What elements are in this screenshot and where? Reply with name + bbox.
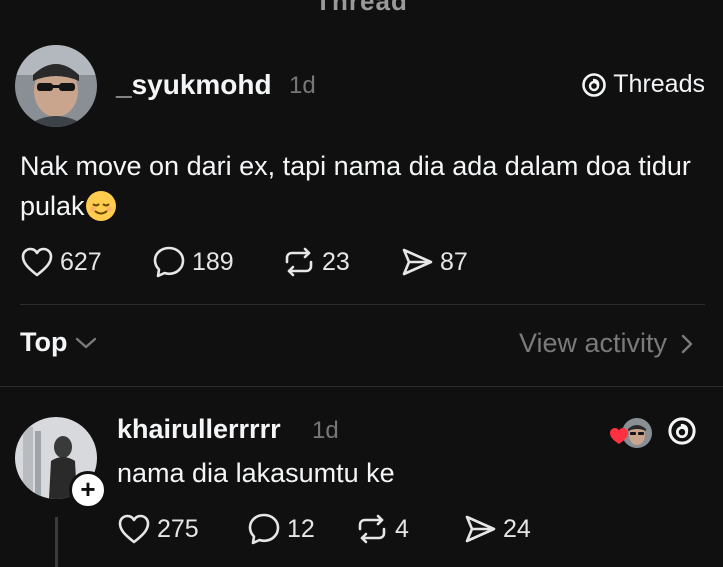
send-icon (402, 248, 433, 276)
repost-button[interactable]: 23 (282, 246, 400, 278)
author-liked-indicator (608, 416, 654, 456)
like-button[interactable]: 627 (20, 246, 152, 278)
reply-share-count: 24 (503, 514, 531, 543)
author-avatar[interactable] (15, 45, 97, 127)
heart-filled-icon (610, 428, 628, 444)
comment-button[interactable]: 189 (152, 245, 282, 279)
post-actions: 627 189 23 87 (20, 245, 468, 279)
reply-repost-button[interactable]: 4 (355, 513, 463, 545)
repost-count: 23 (322, 247, 350, 276)
sort-dropdown[interactable]: Top (20, 327, 97, 358)
post-body: Nak move on dari ex, tapi nama dia ada d… (20, 146, 710, 226)
repost-icon (358, 514, 386, 544)
chevron-right-icon (681, 334, 693, 353)
threads-badge-label: Threads (613, 70, 705, 98)
threads-badge[interactable]: Threads (581, 70, 705, 99)
post-text: Nak move on dari ex, tapi nama dia ada d… (20, 151, 691, 221)
divider (20, 304, 705, 305)
like-count: 627 (60, 247, 102, 276)
comment-count: 189 (192, 247, 234, 276)
reply-time: 1d (312, 417, 339, 444)
page-title-cut: Thread (315, 0, 408, 16)
repost-icon (285, 247, 313, 277)
relieved-face-icon (85, 190, 117, 222)
chevron-down-icon (76, 337, 97, 348)
view-activity-link[interactable]: View activity (519, 328, 693, 359)
comment-icon (153, 246, 185, 278)
reply-text: nama dia lakasumtu ke (117, 458, 395, 488)
reply-like-button[interactable]: 275 (117, 513, 247, 545)
reply-share-button[interactable]: 24 (463, 513, 531, 545)
reply-actions: 275 12 4 24 (117, 512, 531, 546)
author-handle[interactable]: _syukmohd (116, 69, 272, 101)
reply-repost-count: 4 (395, 514, 409, 543)
comment-icon (248, 513, 280, 545)
send-icon (465, 515, 496, 543)
post-time: 1d (289, 72, 316, 99)
reply-author-handle[interactable]: khairullerrrrr (117, 414, 281, 445)
heart-icon (21, 247, 53, 277)
heart-icon (118, 514, 150, 544)
divider (0, 386, 723, 387)
reply-comment-count: 12 (287, 514, 315, 543)
threads-logo-icon (582, 72, 607, 97)
share-button[interactable]: 87 (400, 246, 468, 278)
threads-logo-icon[interactable] (667, 416, 697, 446)
sort-label: Top (20, 327, 68, 357)
reply-comment-button[interactable]: 12 (247, 512, 355, 546)
follow-button[interactable]: + (69, 471, 107, 509)
view-activity-label: View activity (518, 328, 667, 358)
reply-like-count: 275 (157, 514, 199, 543)
share-count: 87 (440, 247, 468, 276)
